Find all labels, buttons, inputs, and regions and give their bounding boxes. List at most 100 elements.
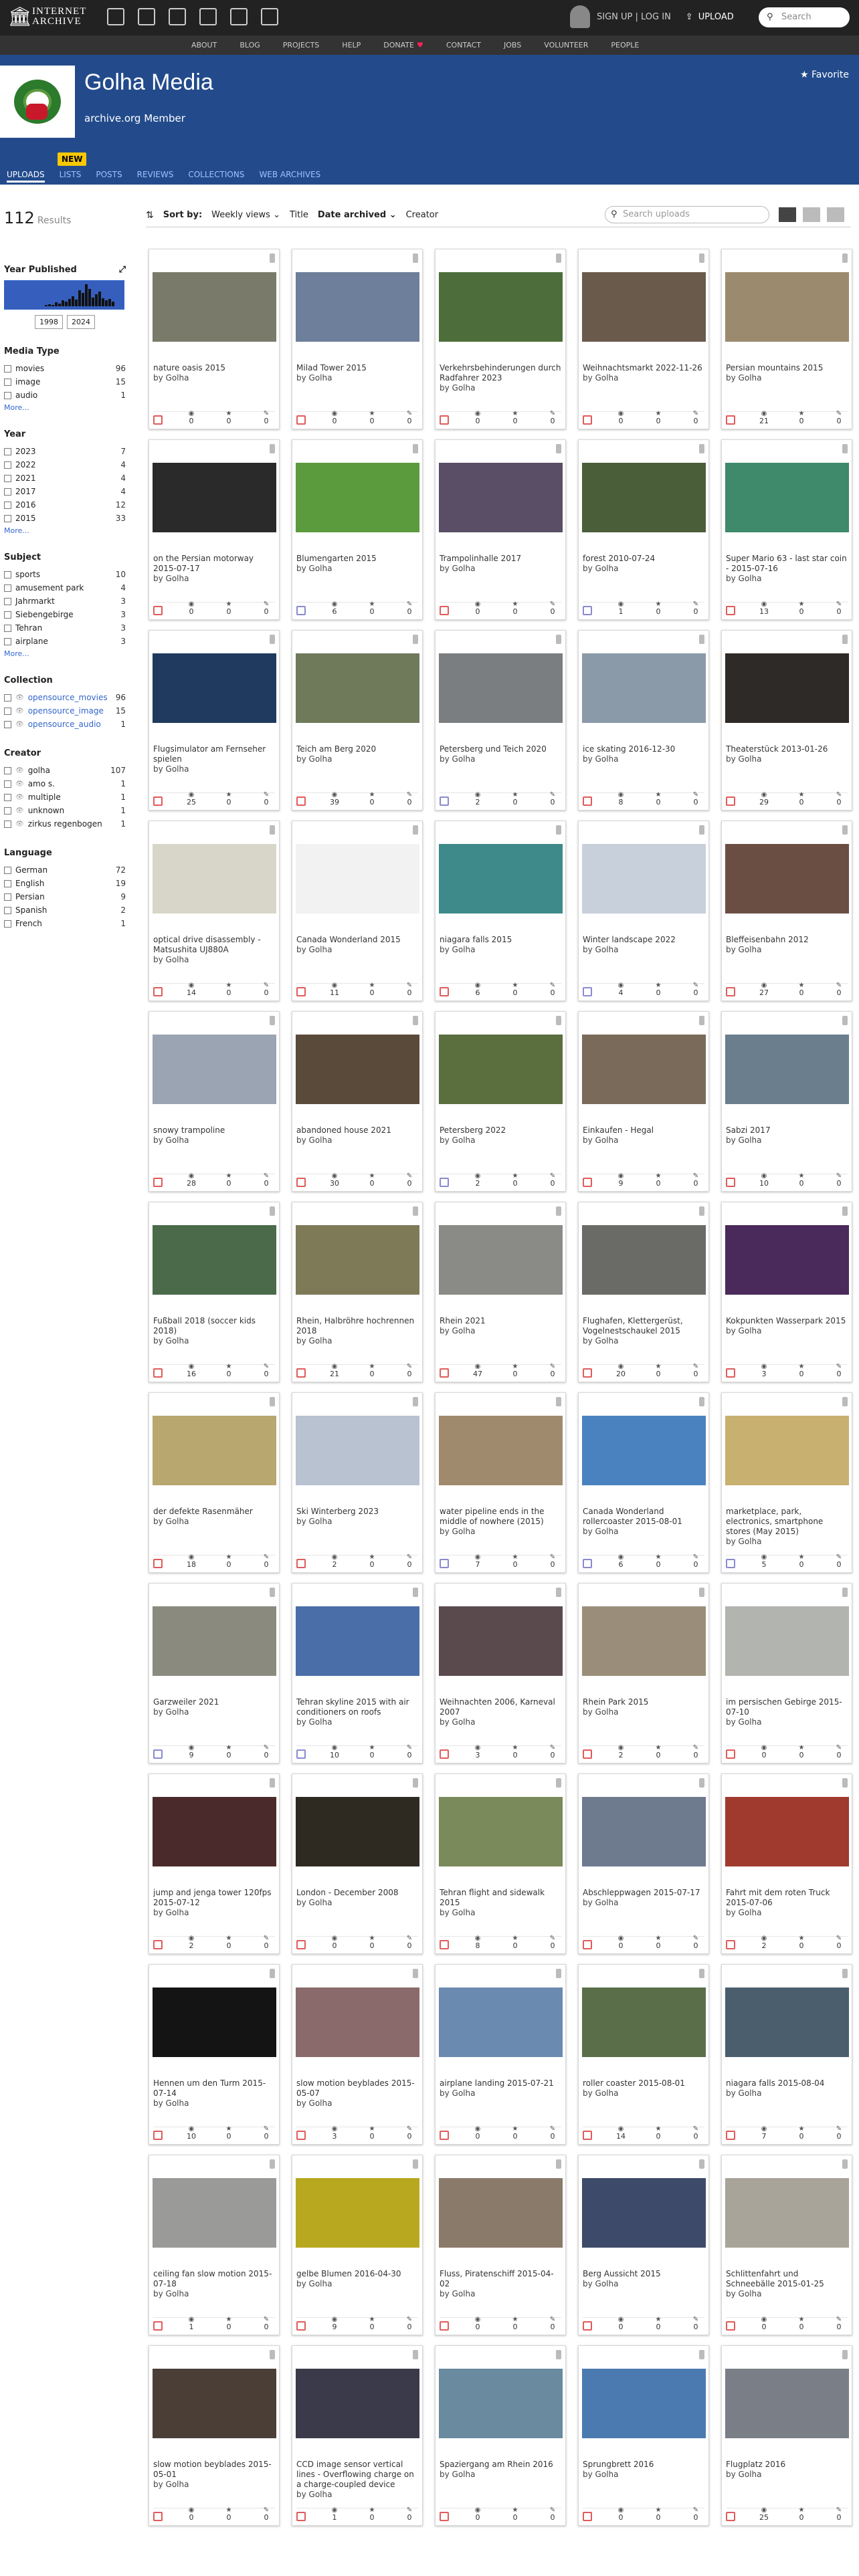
result-card[interactable]: Flugplatz 2016 by Golha ◉ 25 ★ 0 ✎ 0 xyxy=(721,2345,852,2526)
item-title[interactable]: Schlittenfahrt und Schneebälle 2015-01-2… xyxy=(726,2269,849,2299)
item-thumbnail[interactable] xyxy=(439,844,563,914)
item-title[interactable]: abandoned house 2021 by Golha xyxy=(296,1125,419,1146)
item-title[interactable]: Verkehrsbehinderungen durch Radfahrer 20… xyxy=(440,363,563,393)
item-thumbnail[interactable] xyxy=(153,463,276,532)
tab-lists[interactable]: LISTS xyxy=(60,170,82,183)
software-icon[interactable] xyxy=(230,8,248,25)
result-card[interactable]: niagara falls 2015 by Golha ◉ 6 ★ 0 ✎ 0 xyxy=(435,821,566,1001)
checkbox[interactable] xyxy=(4,879,11,887)
favorite-pin-icon[interactable] xyxy=(270,1588,275,1597)
eye-icon[interactable]: 👁 xyxy=(15,767,24,774)
tab-collections[interactable]: COLLECTIONS xyxy=(188,170,244,183)
result-card[interactable]: London - December 2008 by Golha ◉ 0 ★ 0 ✎ 0 xyxy=(292,1774,423,1954)
user-icon[interactable] xyxy=(570,5,590,28)
item-title[interactable]: Petersberg 2022 by Golha xyxy=(440,1125,563,1146)
facet-row[interactable]: amusement park 4 xyxy=(4,581,126,595)
year-histogram[interactable] xyxy=(4,280,124,310)
result-card[interactable]: snowy trampoline by Golha ◉ 28 ★ 0 ✎ 0 xyxy=(149,1011,280,1192)
favorite-pin-icon[interactable] xyxy=(556,1206,561,1216)
favorite-pin-icon[interactable] xyxy=(842,1397,848,1406)
facet-label[interactable]: opensource_movies xyxy=(28,693,112,702)
subnav-item-contact[interactable]: CONTACT xyxy=(446,35,481,55)
item-thumbnail[interactable] xyxy=(153,653,276,723)
item-thumbnail[interactable] xyxy=(153,1416,276,1485)
result-card[interactable]: Einkaufen - Hegal by Golha ◉ 9 ★ 0 ✎ 0 xyxy=(578,1011,709,1192)
item-thumbnail[interactable] xyxy=(153,1988,276,2057)
result-card[interactable]: Sabzi 2017 by Golha ◉ 10 ★ 0 ✎ 0 xyxy=(721,1011,852,1192)
item-title[interactable]: Weihnachten 2006, Karneval 2007 by Golha xyxy=(440,1697,563,1727)
list-view-icon[interactable] xyxy=(803,207,820,222)
facet-row[interactable]: image 15 xyxy=(4,375,126,389)
item-title[interactable]: Bleffeisenbahn 2012 by Golha xyxy=(726,935,849,955)
search-uploads-input[interactable]: ⚲ Search uploads xyxy=(605,206,769,223)
result-card[interactable]: Rhein 2021 by Golha ◉ 47 ★ 0 ✎ 0 xyxy=(435,1202,566,1382)
favorite-pin-icon[interactable] xyxy=(556,444,561,453)
favorite-pin-icon[interactable] xyxy=(413,253,418,263)
checkbox[interactable] xyxy=(4,906,11,914)
facet-row[interactable]: 👁 golha 107 xyxy=(4,764,126,777)
favorite-pin-icon[interactable] xyxy=(556,1969,561,1978)
result-card[interactable]: Petersberg und Teich 2020 by Golha ◉ 2 ★ 0 ✎ 0 xyxy=(435,630,566,811)
favorite-pin-icon[interactable] xyxy=(413,825,418,835)
item-thumbnail[interactable] xyxy=(582,272,706,342)
item-title[interactable]: water pipeline ends in the middle of now… xyxy=(440,1507,563,1537)
result-card[interactable]: Flugsimulator am Fernseher spielen by Gol… xyxy=(149,630,280,811)
item-title[interactable]: Rhein, Halbröhre hochrennen 2018 by Golha xyxy=(296,1316,419,1346)
favorite-pin-icon[interactable] xyxy=(842,635,848,644)
sort-title[interactable]: Title xyxy=(290,210,308,220)
favorite-pin-icon[interactable] xyxy=(270,253,275,263)
result-card[interactable]: on the Persian motorway 2015-07-17 by Gol… xyxy=(149,439,280,620)
item-title[interactable]: niagara falls 2015-08-04 by Golha xyxy=(726,2078,849,2099)
item-title[interactable]: airplane landing 2015-07-21 by Golha xyxy=(440,2078,563,2099)
item-title[interactable]: Flughafen, Klettergerüst, Vogelnestschau… xyxy=(583,1316,706,1346)
favorite-pin-icon[interactable] xyxy=(842,2159,848,2169)
favorite-pin-icon[interactable] xyxy=(556,2350,561,2359)
item-thumbnail[interactable] xyxy=(582,1606,706,1676)
favorite-pin-icon[interactable] xyxy=(413,635,418,644)
result-card[interactable]: Flughafen, Klettergerüst, Vogelnestschau… xyxy=(578,1202,709,1382)
search-input[interactable]: ⚲ Search xyxy=(759,7,850,27)
item-thumbnail[interactable] xyxy=(582,1988,706,2057)
item-title[interactable]: Winter landscape 2022 by Golha xyxy=(583,935,706,955)
facet-label[interactable]: opensource_audio xyxy=(28,720,117,729)
checkbox[interactable] xyxy=(4,793,11,801)
favorite-pin-icon[interactable] xyxy=(842,444,848,453)
checkbox[interactable] xyxy=(4,597,11,605)
item-title[interactable]: Weihnachtsmarkt 2022-11-26 by Golha xyxy=(583,363,706,383)
facet-row[interactable]: 👁 zirkus regenbogen 1 xyxy=(4,817,126,831)
result-card[interactable]: Super Mario 63 - last star coin - 2015-0… xyxy=(721,439,852,620)
checkbox[interactable] xyxy=(4,364,11,372)
favorite-pin-icon[interactable] xyxy=(699,635,704,644)
result-card[interactable]: slow motion beyblades 2015-05-01 by Golha… xyxy=(149,2345,280,2526)
item-title[interactable]: Petersberg und Teich 2020 by Golha xyxy=(440,744,563,764)
item-thumbnail[interactable] xyxy=(439,1797,563,1866)
item-thumbnail[interactable] xyxy=(439,1035,563,1104)
checkbox[interactable] xyxy=(4,707,11,715)
item-thumbnail[interactable] xyxy=(153,1225,276,1295)
checkbox[interactable] xyxy=(4,780,11,788)
facet-row[interactable]: 2017 4 xyxy=(4,485,126,498)
item-title[interactable]: Berg Aussicht 2015 by Golha xyxy=(583,2269,706,2289)
result-card[interactable]: Canada Wonderland 2015 by Golha ◉ 11 ★ 0 ✎ 0 xyxy=(292,821,423,1001)
item-title[interactable]: gelbe Blumen 2016-04-30 by Golha xyxy=(296,2269,419,2289)
result-card[interactable]: Tehran flight and sidewalk 2015 by Golha ◉… xyxy=(435,1774,566,1954)
checkbox[interactable] xyxy=(4,693,11,702)
item-thumbnail[interactable] xyxy=(725,463,849,532)
checkbox[interactable] xyxy=(4,807,11,815)
item-thumbnail[interactable] xyxy=(439,1225,563,1295)
result-card[interactable]: Sprungbrett 2016 by Golha ◉ 0 ★ 0 ✎ 0 xyxy=(578,2345,709,2526)
item-thumbnail[interactable] xyxy=(725,844,849,914)
more-link[interactable]: More... xyxy=(4,526,126,535)
result-card[interactable]: nature oasis 2015 by Golha ◉ 0 ★ 0 ✎ 0 xyxy=(149,249,280,429)
favorite-pin-icon[interactable] xyxy=(413,1969,418,1978)
checkbox[interactable] xyxy=(4,447,11,455)
checkbox[interactable] xyxy=(4,893,11,901)
favorite-pin-icon[interactable] xyxy=(556,1588,561,1597)
item-thumbnail[interactable] xyxy=(439,463,563,532)
item-title[interactable]: im persischen Gebirge 2015-07-10 by Golha xyxy=(726,1697,849,1727)
sort-weekly-views[interactable]: Weekly views ⌄ xyxy=(211,210,280,220)
checkbox[interactable] xyxy=(4,866,11,874)
facet-row[interactable]: 2021 4 xyxy=(4,471,126,485)
subnav-item-about[interactable]: ABOUT xyxy=(191,35,217,55)
item-title[interactable]: Persian mountains 2015 by Golha xyxy=(726,363,849,383)
